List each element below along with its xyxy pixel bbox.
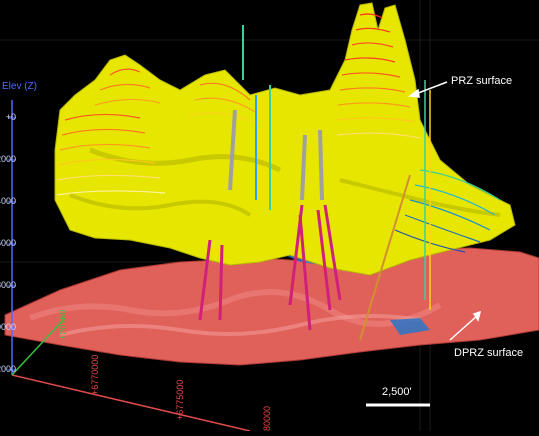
prz-surface-label: PRZ surface <box>451 75 513 87</box>
x-tick-0: +6770000 <box>90 354 100 395</box>
z-tick-1: -2000 <box>0 154 16 164</box>
z-tick-2: -4000 <box>0 196 16 206</box>
x-tick-2: 80000 <box>262 405 272 431</box>
dprz-surface-label: DPRZ surface <box>454 347 524 359</box>
z-tick-5: -10000 <box>0 322 16 332</box>
3d-viewport[interactable]: Elev (Z) +0 -2000 -4000 -6000 -8000 -100… <box>0 0 539 432</box>
z-axis-title: Elev (Z) <box>2 81 37 92</box>
scale-bar-label: 2,500' <box>382 386 412 398</box>
y-tick-0: +20150 <box>58 309 68 340</box>
z-tick-0: +0 <box>5 112 16 122</box>
z-tick-6: -12000 <box>0 364 16 374</box>
z-tick-4: -8000 <box>0 280 16 290</box>
z-tick-3: -6000 <box>0 238 16 248</box>
scene-canvas[interactable] <box>0 0 539 432</box>
x-tick-1: +6775000 <box>175 379 185 420</box>
